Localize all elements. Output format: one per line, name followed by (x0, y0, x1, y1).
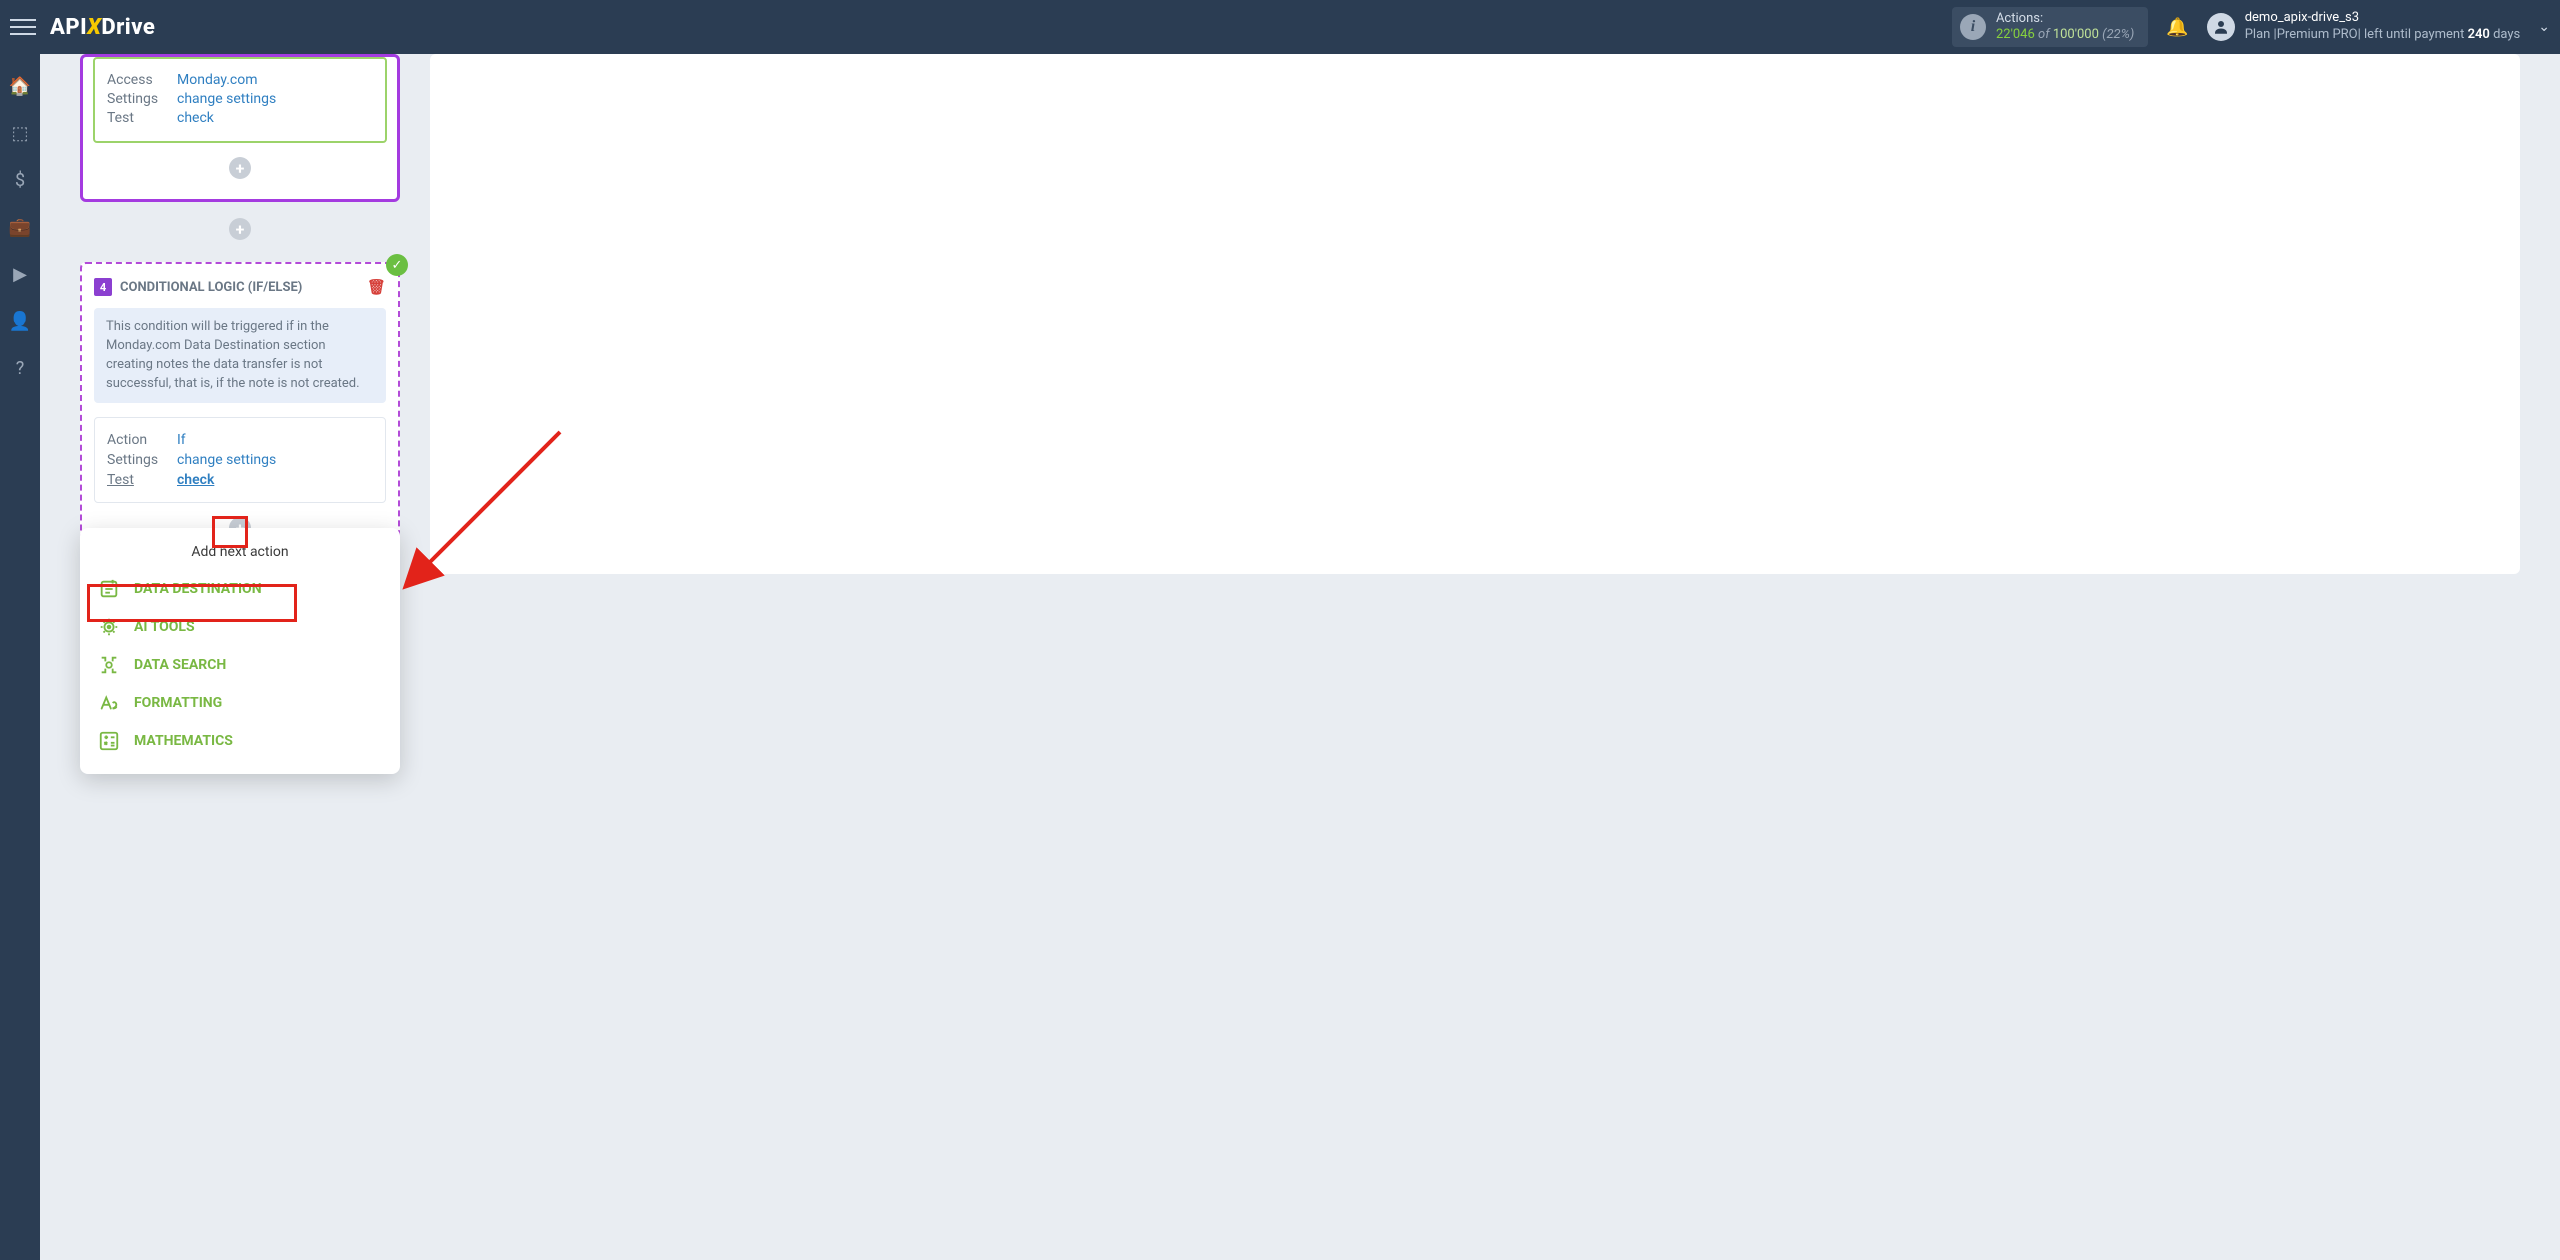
chevron-down-icon[interactable]: ⌄ (2538, 19, 2550, 35)
briefcase-icon[interactable]: 💼 (9, 217, 31, 238)
access-link[interactable]: Monday.com (177, 72, 258, 88)
menu-item-ai-tools[interactable]: AI TOOLS (88, 608, 392, 646)
actions-label: Actions: (1996, 11, 2134, 27)
table-row: AccessMonday.com (107, 72, 373, 88)
menu-item-data-search[interactable]: DATA SEARCH (88, 646, 392, 684)
dollar-icon[interactable]: $ (15, 170, 25, 191)
user-block[interactable]: demo_apix-drive_s3 Plan |Premium PRO| le… (2245, 10, 2521, 44)
add-action-menu: Add next action DATA DESTINATION AI TOOL… (80, 528, 400, 774)
conditional-logic-card: ✓ 4 CONDITIONAL LOGIC (IF/ELSE) 🗑 This c… (80, 262, 400, 559)
add-filter-button[interactable]: + (229, 157, 251, 179)
avatar[interactable] (2207, 13, 2235, 41)
topbar: APIXDrive i Actions: 22'046 of 100'000 (… (0, 0, 2560, 54)
table-row: Testcheck (107, 110, 373, 126)
menu-item-mathematics[interactable]: MATHEMATICS (88, 722, 392, 760)
hamburger-icon[interactable] (10, 14, 36, 40)
table-row: Settingschange settings (107, 452, 373, 468)
add-step-button[interactable]: + (229, 218, 251, 240)
table-row: Testcheck (107, 472, 373, 488)
user-icon[interactable]: 👤 (9, 311, 31, 332)
step-source-card: AccessMonday.com Settingschange settings… (80, 54, 400, 202)
empty-panel (430, 54, 2520, 574)
logo[interactable]: APIXDrive (50, 15, 155, 40)
sitemap-icon[interactable]: ⬚ (11, 123, 28, 144)
check-link[interactable]: check (177, 110, 214, 126)
menu-item-data-destination[interactable]: DATA DESTINATION (88, 570, 392, 608)
home-icon[interactable]: 🏠 (9, 76, 31, 97)
popup-title: Add next action (88, 544, 392, 560)
step-number: 4 (94, 278, 112, 296)
action-link[interactable]: If (177, 432, 186, 448)
settings-link[interactable]: change settings (177, 452, 276, 468)
test-link[interactable]: check (177, 472, 214, 488)
actions-counter[interactable]: i Actions: 22'046 of 100'000 (22%) (1952, 7, 2148, 47)
check-icon: ✓ (386, 254, 408, 276)
menu-item-formatting[interactable]: FORMATTING (88, 684, 392, 722)
table-row: Settingschange settings (107, 91, 373, 107)
help-icon[interactable]: ? (16, 358, 25, 379)
info-icon: i (1960, 14, 1986, 40)
user-name: demo_apix-drive_s3 (2245, 10, 2521, 27)
side-rail: 🏠 ⬚ $ 💼 ▶ 👤 ? (0, 54, 40, 1260)
bell-icon[interactable]: 🔔 (2166, 17, 2188, 38)
change-settings-link[interactable]: change settings (177, 91, 276, 107)
step-description: This condition will be triggered if in t… (94, 308, 386, 403)
step-title: CONDITIONAL LOGIC (IF/ELSE) (120, 280, 302, 295)
youtube-icon[interactable]: ▶ (13, 264, 27, 285)
delete-icon[interactable]: 🗑 (367, 278, 386, 296)
table-row: ActionIf (107, 432, 373, 448)
